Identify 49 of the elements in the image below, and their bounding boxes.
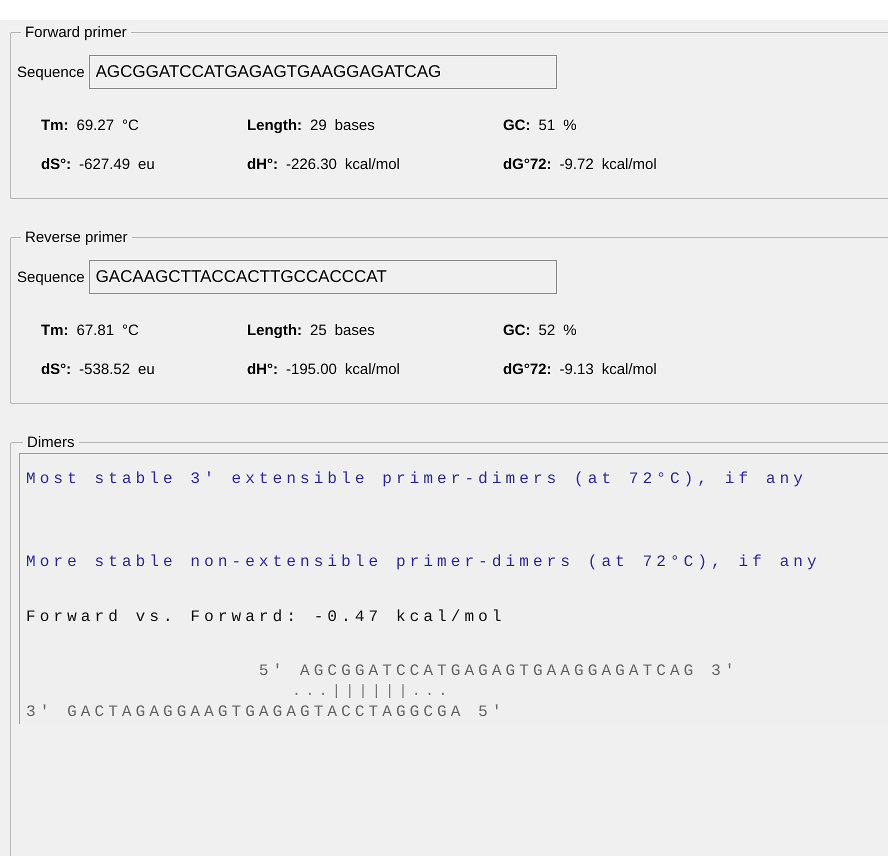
parameter-unit: eu — [138, 156, 155, 173]
parameter-value: -9.72 — [560, 156, 594, 173]
parameter-label: GC: — [503, 117, 530, 134]
parameter-unit: bases — [334, 117, 375, 134]
parameter-label: Tm: — [41, 322, 68, 339]
parameter-unit: % — [563, 322, 577, 339]
parameter-value: 69.27 — [76, 117, 114, 134]
parameter-value: -226.30 — [286, 156, 337, 173]
panel-title: Dimers — [26, 434, 76, 451]
parameter-value: 29 — [310, 117, 327, 134]
parameter-label: Tm: — [41, 117, 68, 134]
parameter-label: Length: — [247, 117, 302, 134]
parameter-unit: kcal/mol — [602, 361, 657, 378]
sequence-field[interactable]: AGCGGATCCATGAGAGTGAAGGAGATCAG — [88, 55, 557, 89]
dimer-result: Forward vs. Forward: -0.47 kcal/mol — [26, 607, 506, 628]
parameter-unit: bases — [334, 322, 375, 339]
parameter-value: 51 — [538, 117, 556, 134]
bottom-strand: 3' GACTAGAGGAAGTGAGAGTACCTAGGCGA 5' — [26, 702, 506, 723]
parameter-value: -195.00 — [286, 361, 337, 378]
sequence-label: Sequence — [17, 268, 85, 286]
parameter-label: dH°: — [247, 361, 278, 378]
base-pairing: ...||||||... — [291, 682, 452, 701]
parameter-value: -538.52 — [79, 361, 130, 378]
sequence-label: Sequence — [17, 64, 85, 80]
parameter-unit: °C — [122, 322, 139, 339]
parameter-label: dG°72: — [503, 361, 552, 378]
parameter-unit: % — [563, 117, 577, 134]
section-heading: More stable non-extensible primer-dimers (at 72°C), if any — [26, 552, 821, 574]
parameter-label: dS°: — [41, 361, 72, 378]
parameter-label: dG°72: — [503, 156, 552, 173]
parameter-value: -9.13 — [560, 361, 594, 378]
parameter-unit: °C — [122, 117, 139, 134]
parameter-value: 67.81 — [76, 322, 114, 339]
panel-title: Reverse primer — [24, 229, 129, 246]
parameter-value: 52 — [538, 322, 556, 339]
parameter-label: Length: — [247, 322, 302, 339]
parameter-unit: kcal/mol — [344, 361, 400, 378]
panel-title: Forward primer — [24, 24, 128, 41]
parameter-unit: eu — [138, 361, 155, 378]
parameter-label: dH°: — [247, 156, 278, 173]
parameter-unit: kcal/mol — [344, 156, 400, 173]
parameter-value: 25 — [310, 322, 327, 339]
parameter-unit: kcal/mol — [602, 156, 657, 173]
parameter-label: dS°: — [41, 156, 72, 173]
top-strand: 5' AGCGGATCCATGAGAGTGAAGGAGATCAG 3' — [258, 660, 738, 682]
sequence-field[interactable]: GACAAGCTTACCACTTGCCACCCAT — [88, 260, 557, 294]
parameter-label: GC: — [503, 322, 530, 339]
section-heading: Most stable 3' extensible primer-dimers (at 72°C), if any — [26, 469, 807, 490]
parameter-value: -627.49 — [79, 156, 130, 173]
